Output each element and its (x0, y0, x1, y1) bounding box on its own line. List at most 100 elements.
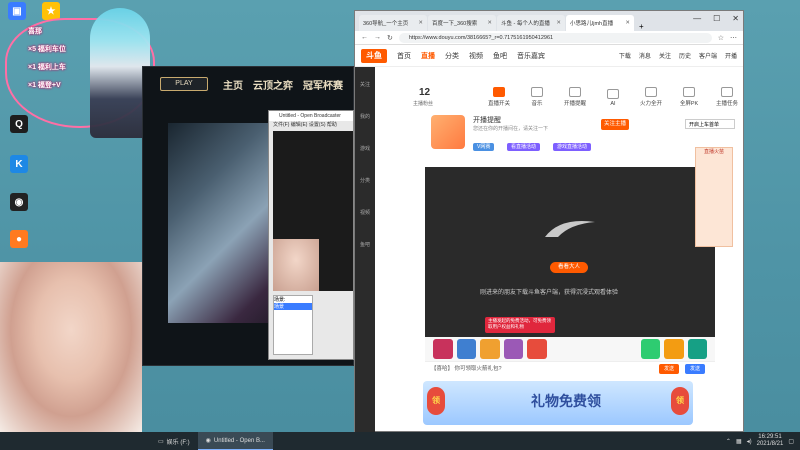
streamer-info: 开播提醒 您还在你的开播间在，请关注一下 关注主播 V网赛 看直播活动 游戏直播… (431, 113, 711, 163)
header-client[interactable]: 客户端 (699, 51, 717, 60)
send-button-secondary[interactable]: 发送 (685, 364, 705, 374)
promo-banner[interactable]: 主播发起的免费活动，可免费领取用户权益和礼物 (485, 317, 555, 333)
gift-item[interactable] (687, 339, 707, 359)
toolbar-label: 音乐 (531, 101, 543, 107)
close-button[interactable]: ✕ (732, 14, 739, 23)
nav-home[interactable]: 首页 (397, 51, 411, 61)
right-panel: 直播火苗 (685, 107, 745, 257)
ad-text: 礼物免费领 (531, 394, 601, 410)
avatar[interactable] (431, 115, 465, 149)
game-nav-cup[interactable]: 冠军杯赛 (303, 77, 343, 92)
desktop-icon-app[interactable]: ● (4, 230, 34, 250)
toolbar-label: 火力全开 (639, 101, 662, 107)
sidenav-games[interactable]: 游戏 (355, 131, 375, 163)
header-start-live[interactable]: 开播 (725, 51, 737, 60)
new-tab-icon[interactable]: + (639, 22, 644, 31)
browser-tab[interactable]: 斗鱼 - 每个人的直播 ✕ (497, 15, 565, 31)
follow-button[interactable]: 关注主播 (601, 119, 629, 130)
header-follow[interactable]: 关注 (659, 51, 671, 60)
minimize-button[interactable]: — (693, 14, 701, 23)
close-icon[interactable]: ✕ (418, 20, 423, 26)
forward-icon[interactable]: → (374, 34, 381, 41)
sidenav-video[interactable]: 视频 (355, 195, 375, 227)
close-icon[interactable]: ✕ (625, 20, 630, 26)
gift-item[interactable] (527, 339, 547, 359)
site-header: 斗鱼 首页 直播 分类 视频 鱼吧 音乐嘉宾 下载 消息 关注 历史 客户端 开… (355, 45, 743, 67)
nav-music[interactable]: 音乐嘉宾 (517, 51, 545, 61)
right-promo-box[interactable]: 直播火苗 (695, 147, 733, 247)
gift-item[interactable] (664, 339, 684, 359)
clock[interactable]: 16:29:51 2021/8/21 (757, 434, 784, 448)
taskbar-item-folder[interactable]: ▭ 娱乐 (F:) (150, 432, 198, 450)
obs-scene-item[interactable]: 场景 (274, 303, 312, 310)
address-input[interactable]: https://www.douyu.com/3816665?_r=0.71751… (398, 32, 712, 43)
toolbar-fire[interactable]: 火力全开 (639, 87, 663, 107)
gift-item[interactable] (480, 339, 500, 359)
ai-icon (607, 89, 619, 99)
header-history[interactable]: 历史 (679, 51, 691, 60)
menu-icon[interactable]: ⋯ (730, 34, 737, 42)
maximize-button[interactable]: ☐ (713, 14, 720, 23)
desktop-icon-recycle[interactable]: ▣ (2, 2, 32, 22)
back-icon[interactable]: ← (361, 34, 368, 41)
toolbar-reminder[interactable]: 开播提醒 (563, 87, 587, 107)
gift-item[interactable] (433, 339, 453, 359)
bell-icon (569, 87, 581, 97)
streamer-tag[interactable]: 游戏直播活动 (553, 143, 592, 151)
network-icon[interactable]: ▦ (736, 438, 742, 445)
toolbar-ai[interactable]: AI (601, 89, 625, 107)
close-icon[interactable]: ✕ (487, 20, 492, 26)
toolbar-pk[interactable]: 全屏PK (677, 87, 701, 107)
desktop-icon-qq[interactable]: Q (4, 115, 34, 135)
header-messages[interactable]: 消息 (639, 51, 651, 60)
sidenav-yuba[interactable]: 鱼吧 (355, 227, 375, 259)
obs-icon: ◉ (205, 438, 211, 444)
game-nav-tft[interactable]: 云顶之弈 (253, 77, 293, 92)
desktop-icon-ks[interactable]: K (4, 155, 34, 175)
video-player[interactable]: 看看大人 刚进来的朋友下载斗鱼客户端，获得沉浸式观看体验 (425, 167, 715, 337)
play-button[interactable]: PLAY (160, 77, 208, 91)
game-nav-home[interactable]: 主页 (223, 77, 243, 92)
address-bar-row: ← → ↻ https://www.douyu.com/3816665?_r=0… (355, 31, 743, 45)
star-icon[interactable]: ☆ (718, 34, 724, 42)
streamer-tag[interactable]: V网赛 (473, 143, 495, 151)
toolbar-tasks[interactable]: 主播任务 (715, 87, 739, 107)
header-download[interactable]: 下载 (619, 51, 631, 60)
tray-up-icon[interactable]: ⌃ (726, 438, 731, 445)
ad-coin-right: 领 (671, 387, 689, 415)
gift-item[interactable] (640, 339, 660, 359)
gift-item[interactable] (503, 339, 523, 359)
nav-yuba[interactable]: 鱼吧 (493, 51, 507, 61)
browser-tab-active[interactable]: 小思路儿ljmh直播 ✕ (566, 15, 634, 31)
obs-menu[interactable]: 文件(F) 编辑(E) 设置(S) 帮助 (269, 121, 353, 130)
nav-video[interactable]: 视频 (469, 51, 483, 61)
ad-banner[interactable]: 领 礼物免费领 领 (423, 381, 693, 425)
site-logo[interactable]: 斗鱼 (361, 48, 387, 63)
streamer-title: 开播提醒 (473, 117, 501, 124)
sidenav-follow[interactable]: 关注 (355, 67, 375, 99)
browser-tab[interactable]: 百度一下_360搜索 ✕ (428, 15, 496, 31)
send-button[interactable]: 发送 (659, 364, 679, 374)
streamer-tag[interactable]: 看直播活动 (507, 143, 541, 151)
nav-category[interactable]: 分类 (445, 51, 459, 61)
sidenav-mine[interactable]: 我的 (355, 99, 375, 131)
toolbar-live-toggle[interactable]: 直播开关 (487, 87, 511, 107)
chat-input[interactable]: 【喜哈】 你可领取火箭礼包? 发送 发送 (425, 361, 715, 375)
sidenav-category[interactable]: 分类 (355, 163, 375, 195)
taskbar-item-obs[interactable]: ◉ Untitled - Open B... (197, 432, 273, 450)
toolbar-music[interactable]: 音乐 (525, 87, 549, 107)
volume-icon[interactable]: ◂) (747, 438, 752, 445)
clock-date: 2021/8/21 (756, 441, 784, 447)
nav-live[interactable]: 直播 (421, 51, 435, 61)
live-cta-button[interactable]: 看看大人 (550, 262, 588, 273)
refresh-icon[interactable]: ↻ (387, 34, 393, 42)
gift-item[interactable] (456, 339, 476, 359)
recycle-bin-icon: ▣ (8, 2, 26, 20)
close-icon[interactable]: ✕ (556, 20, 561, 26)
desktop-icon-obs[interactable]: ◉ (4, 193, 34, 213)
system-tray: ⌃ ▦ ◂) 16:29:51 2021/8/21 ▢ (726, 434, 800, 448)
browser-tab[interactable]: 360导航_一个主页 ✕ (359, 15, 427, 31)
player-message: 刚进来的朋友下载斗鱼客户端，获得沉浸式观看体验 (480, 290, 619, 296)
obs-scene-list[interactable]: 场景: 场景 (273, 295, 313, 355)
notification-icon[interactable]: ▢ (788, 438, 794, 445)
